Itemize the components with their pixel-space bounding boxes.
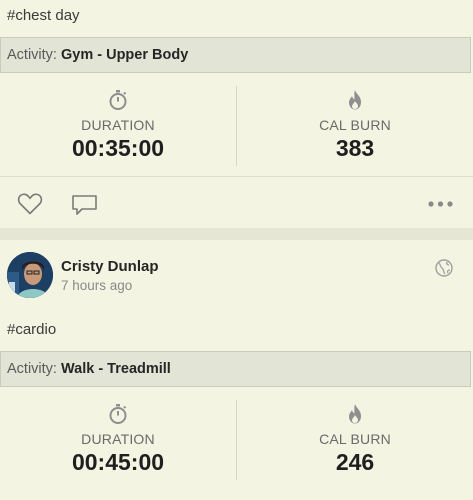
avatar[interactable] [7,252,53,298]
activity-value: Gym - Upper Body [60,47,189,63]
duration-stat: DURATION 00:35:00 [0,86,236,166]
calburn-label: CAL BURN [319,117,391,133]
flame-icon [349,404,361,424]
calburn-label: CAL BURN [319,431,391,447]
duration-stat: DURATION 00:45:00 [0,400,236,480]
post-hashtag[interactable]: #cardio [7,321,56,338]
activity-label: Activity: [7,47,57,63]
calburn-stat: CAL BURN 383 [237,86,473,166]
avatar-photo [7,252,53,298]
post-actions [0,176,473,229]
more-icon[interactable] [428,201,454,207]
post-card-2: Cristy Dunlap 7 hours ago #cardio Activi… [0,240,473,500]
calburn-stat: CAL BURN 246 [237,400,473,480]
duration-value: 00:45:00 [71,449,165,475]
activity-bar: Activity: Gym - Upper Body [0,37,471,73]
duration-label: DURATION [81,431,155,447]
post-card-1: #chest day Activity: Gym - Upper Body DU… [0,0,473,228]
post-hashtag[interactable]: #chest day [7,7,80,24]
activity-bar: Activity: Walk - Treadmill [0,351,471,387]
stopwatch-icon [109,404,127,424]
flame-icon [349,90,361,110]
author-name[interactable]: Cristy Dunlap [61,258,159,275]
calburn-value: 246 [335,449,375,475]
heart-icon[interactable] [17,193,43,215]
globe-icon [435,259,453,277]
stats-row: DURATION 00:35:00 CAL BURN 383 [0,86,473,166]
activity-value: Walk - Treadmill [60,361,171,377]
stopwatch-icon [109,90,127,110]
post-timestamp: 7 hours ago [61,278,133,293]
stats-row: DURATION 00:45:00 CAL BURN 246 [0,400,473,480]
duration-value: 00:35:00 [71,135,165,161]
duration-label: DURATION [81,117,155,133]
calburn-value: 383 [335,135,375,161]
activity-label: Activity: [7,361,57,377]
comment-icon[interactable] [71,194,98,216]
